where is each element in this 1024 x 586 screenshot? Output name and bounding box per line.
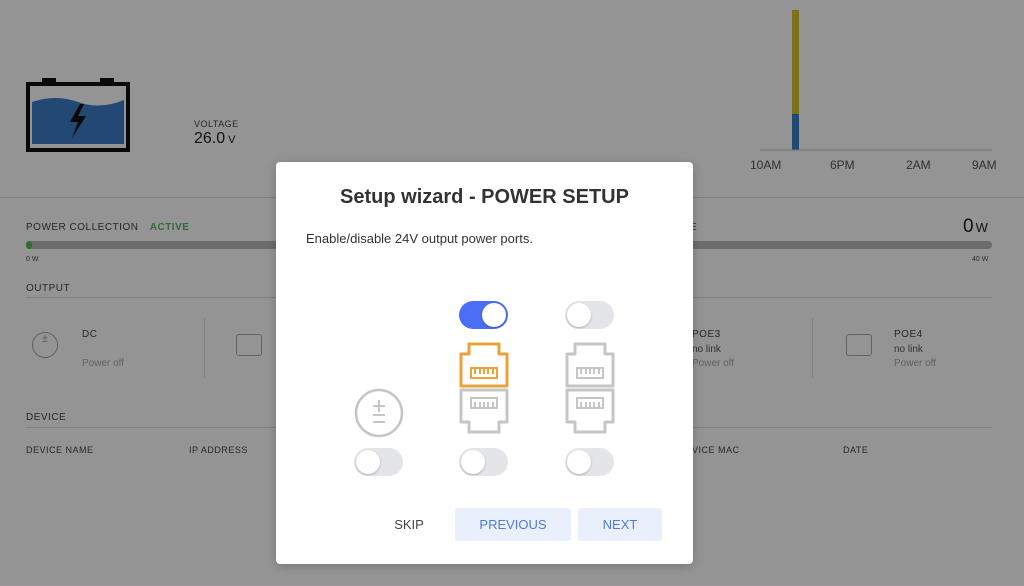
next-button[interactable]: NEXT [578,508,662,541]
dc-power-toggle[interactable] [354,448,403,476]
ethernet-port-icon [459,388,509,441]
ethernet-port-icon [565,388,615,441]
skip-button[interactable]: SKIP [380,508,438,541]
previous-button[interactable]: PREVIOUS [455,508,571,541]
poe4-power-toggle[interactable] [565,448,614,476]
poe2-power-toggle[interactable] [565,301,614,329]
ethernet-port-active-icon [459,340,509,393]
poe1-power-toggle[interactable] [459,301,508,329]
setup-wizard-dialog: Setup wizard - POWER SETUP Enable/disabl… [276,162,693,564]
ethernet-port-icon [565,340,615,393]
poe3-power-toggle[interactable] [459,448,508,476]
dialog-description: Enable/disable 24V output power ports. [306,231,533,246]
dc-port-icon [354,388,404,443]
dialog-title: Setup wizard - POWER SETUP [340,186,629,208]
